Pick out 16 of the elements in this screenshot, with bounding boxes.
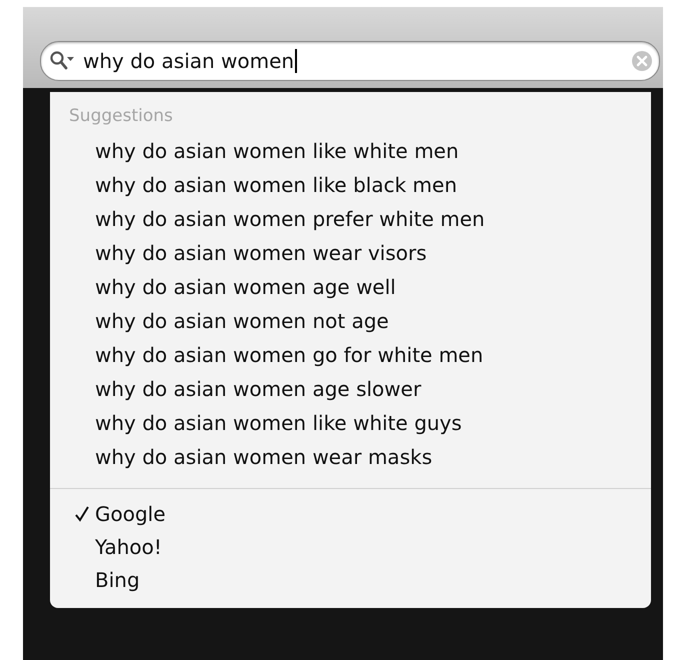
suggestion-item[interactable]: why do asian women age slower [50, 372, 651, 406]
suggestion-item[interactable]: why do asian women prefer white men [50, 202, 651, 236]
suggestion-item[interactable]: why do asian women like white men [50, 134, 651, 168]
suggestion-item[interactable]: why do asian women like black men [50, 168, 651, 202]
suggestion-item[interactable]: why do asian women like white guys [50, 406, 651, 440]
section-header: Suggestions [68, 106, 174, 128]
search-engine-item[interactable]: Yahoo! [95, 534, 162, 558]
suggestion-item[interactable]: why do asian women wear masks [50, 440, 651, 474]
search-field[interactable]: why do asian women [40, 41, 660, 81]
suggestion-item[interactable]: why do asian women wear visors [50, 236, 651, 270]
suggestion-item[interactable]: why do asian women not age [50, 304, 651, 338]
search-engine-item[interactable]: Google [95, 502, 166, 526]
search-icon[interactable] [49, 50, 75, 72]
suggestion-item[interactable]: why do asian women go for white men [50, 338, 651, 372]
search-engine-item[interactable]: Bing [95, 568, 140, 592]
suggestion-item[interactable]: why do asian women age well [50, 270, 651, 304]
